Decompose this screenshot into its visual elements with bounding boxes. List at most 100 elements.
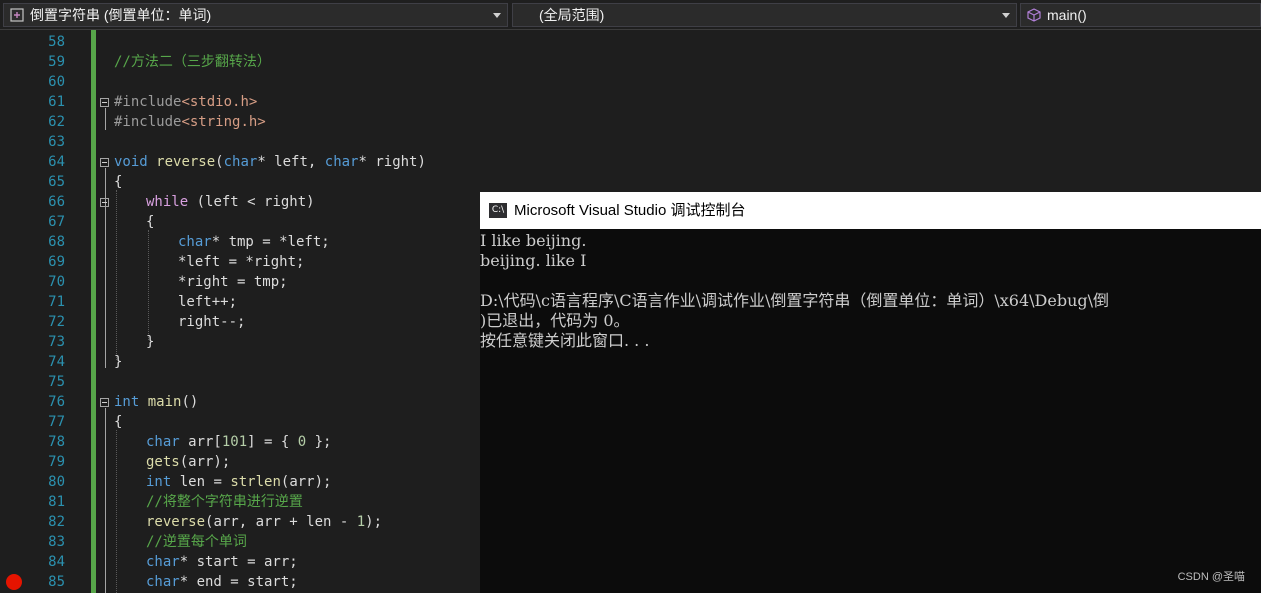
scope-label: (全局范围) bbox=[539, 7, 605, 23]
code-line: 62 #include<string.h> bbox=[0, 112, 1261, 132]
code-text: { bbox=[114, 414, 123, 430]
member-dropdown[interactable]: main() bbox=[1020, 3, 1261, 27]
line-number: 72 bbox=[48, 314, 65, 330]
line-number: 67 bbox=[48, 214, 65, 230]
console-title: Microsoft Visual Studio 调试控制台 bbox=[514, 202, 746, 219]
code-text: * end = start; bbox=[179, 574, 298, 590]
comment: //逆置每个单词 bbox=[146, 534, 247, 550]
keyword: char bbox=[146, 434, 180, 450]
code-text: { bbox=[146, 214, 155, 230]
code-text: ] = { bbox=[247, 434, 298, 450]
keyword: char bbox=[178, 234, 212, 250]
number-literal: 1 bbox=[356, 514, 366, 530]
console-output-line: I like beijing. bbox=[480, 231, 587, 250]
keyword: int bbox=[114, 394, 140, 410]
function-name: gets bbox=[146, 454, 180, 470]
comment: //将整个字符串进行逆置 bbox=[146, 494, 303, 510]
line-number: 85 bbox=[48, 574, 65, 590]
line-number: 60 bbox=[48, 74, 65, 90]
code-text: arr[ bbox=[179, 434, 222, 450]
line-number: 82 bbox=[48, 514, 65, 530]
keyword: char bbox=[324, 154, 359, 170]
keyword: int bbox=[146, 474, 172, 490]
code-text: * tmp = *left; bbox=[211, 234, 330, 250]
punctuation: ( bbox=[215, 154, 224, 170]
code-text: () bbox=[181, 394, 199, 410]
line-number: 76 bbox=[48, 394, 65, 410]
code-text: ); bbox=[365, 514, 383, 530]
console-output-line: )已退出，代码为 0。 bbox=[480, 311, 630, 330]
line-number: 68 bbox=[48, 234, 65, 250]
code-line: 59 //方法二（三步翻转法） bbox=[0, 52, 1261, 72]
keyword: void bbox=[114, 154, 148, 170]
code-text: }; bbox=[306, 434, 332, 450]
scope-dropdown[interactable]: (全局范围) bbox=[512, 3, 1017, 27]
code-text: (arr, arr + len - bbox=[205, 514, 357, 530]
code-text: len = bbox=[171, 474, 231, 490]
code-text: } bbox=[146, 334, 155, 350]
line-number: 73 bbox=[48, 334, 65, 350]
line-number: 74 bbox=[48, 354, 65, 370]
line-number: 66 bbox=[48, 194, 65, 210]
code-line: 65 { bbox=[0, 172, 1261, 192]
code-text: (arr); bbox=[179, 454, 231, 470]
line-number: 64 bbox=[48, 154, 65, 170]
code-text: (arr); bbox=[280, 474, 332, 490]
project-label: 倒置字符串 (倒置单位：单词) bbox=[30, 7, 212, 23]
number-literal: 0 bbox=[297, 434, 307, 450]
console-output-line: D:\代码\c语言程序\C语言作业\调试作业\倒置字符串（倒置单位：单词）\x6… bbox=[480, 291, 1110, 310]
navigation-bar: 倒置字符串 (倒置单位：单词) (全局范围) main() bbox=[0, 0, 1261, 30]
code-text: * start = arr; bbox=[179, 554, 298, 570]
line-number: 81 bbox=[48, 494, 65, 510]
keyword: while bbox=[146, 194, 189, 210]
line-number: 69 bbox=[48, 254, 65, 270]
line-number: 77 bbox=[48, 414, 65, 430]
chevron-down-icon bbox=[493, 13, 501, 18]
watermark: CSDN @圣喵 bbox=[1177, 571, 1245, 583]
code-text: left++; bbox=[178, 294, 238, 310]
line-number: 63 bbox=[48, 134, 65, 150]
function-name: main bbox=[147, 394, 182, 410]
code-text: * left, bbox=[257, 154, 325, 170]
code-text: } bbox=[114, 354, 123, 370]
code-text: *left = *right; bbox=[178, 254, 305, 270]
code-line: 61 #include<stdio.h> bbox=[0, 92, 1261, 112]
line-number: 75 bbox=[48, 374, 65, 390]
chevron-down-icon bbox=[1002, 13, 1010, 18]
console-title-bar[interactable]: C:\ Microsoft Visual Studio 调试控制台 bbox=[480, 192, 1261, 229]
member-label: main() bbox=[1047, 7, 1087, 23]
code-text: { bbox=[114, 174, 123, 190]
project-dropdown[interactable]: 倒置字符串 (倒置单位：单词) bbox=[3, 3, 508, 27]
line-number: 78 bbox=[48, 434, 65, 450]
function-name: strlen bbox=[230, 474, 281, 490]
number-literal: 101 bbox=[221, 434, 248, 450]
cube-icon bbox=[1027, 8, 1041, 22]
code-line: 64 void reverse(char* left, char* right) bbox=[0, 152, 1261, 172]
line-number: 84 bbox=[48, 554, 65, 570]
header-name: <string.h> bbox=[181, 114, 266, 130]
code-text: *right = tmp; bbox=[178, 274, 288, 290]
keyword: char bbox=[146, 574, 180, 590]
line-number: 58 bbox=[48, 34, 65, 50]
line-number: 70 bbox=[48, 274, 65, 290]
line-number: 62 bbox=[48, 114, 65, 130]
preprocessor-directive: #include bbox=[114, 114, 182, 130]
project-icon bbox=[10, 8, 24, 22]
code-text: (left < right) bbox=[188, 194, 315, 210]
line-number: 65 bbox=[48, 174, 65, 190]
code-line: 60 bbox=[0, 72, 1261, 92]
line-number: 80 bbox=[48, 474, 65, 490]
header-name: <stdio.h> bbox=[181, 94, 258, 110]
breakpoint-icon[interactable] bbox=[6, 574, 22, 590]
comment: //方法二（三步翻转法） bbox=[114, 54, 271, 70]
code-line: 63 bbox=[0, 132, 1261, 152]
code-text: * right) bbox=[358, 154, 426, 170]
keyword: char bbox=[146, 554, 180, 570]
debug-console-window[interactable]: C:\ Microsoft Visual Studio 调试控制台 I like… bbox=[480, 192, 1261, 593]
line-number: 61 bbox=[48, 94, 65, 110]
function-name: reverse bbox=[156, 154, 216, 170]
console-output-line: 按任意键关闭此窗口. . . bbox=[480, 331, 650, 350]
line-number: 59 bbox=[48, 54, 65, 70]
console-output-line: beijing. like I bbox=[480, 251, 587, 270]
function-name: reverse bbox=[146, 514, 206, 530]
